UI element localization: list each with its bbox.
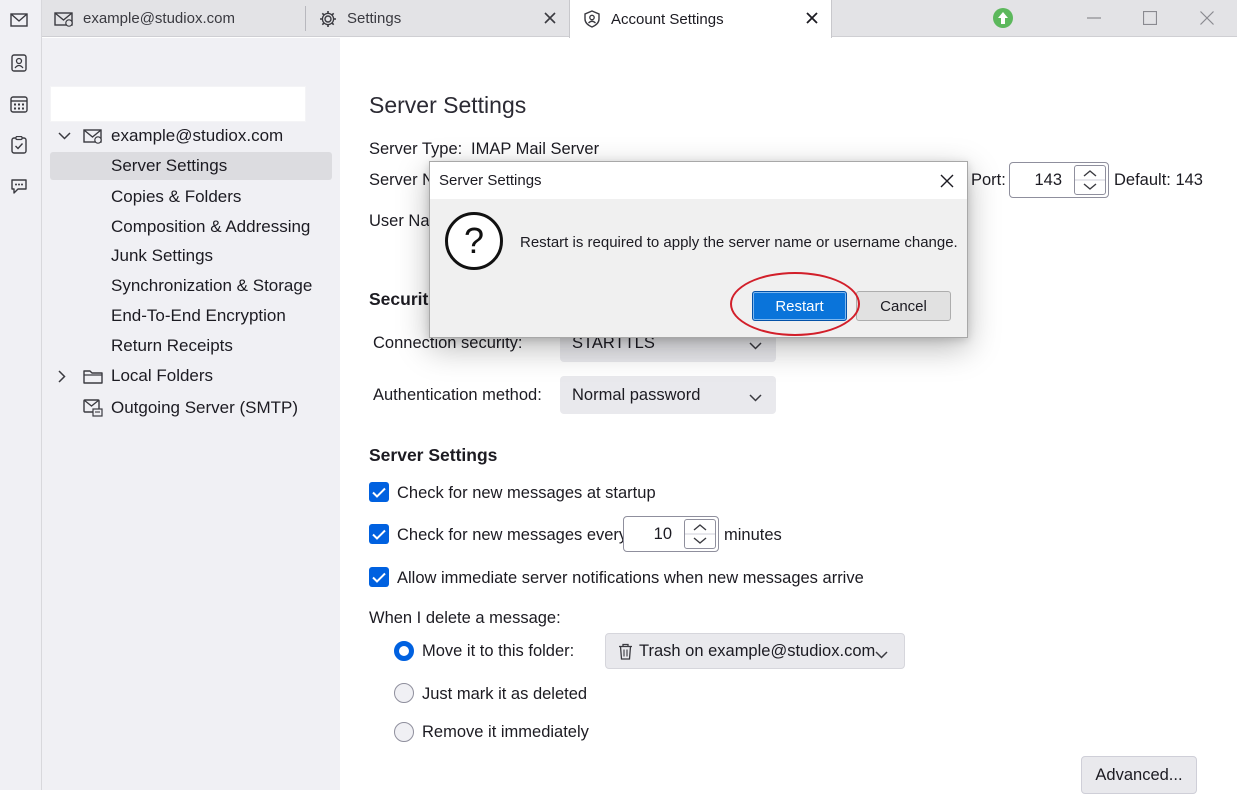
remove-immediately-label: Remove it immediately — [422, 723, 589, 741]
account-filter-input[interactable] — [50, 86, 306, 122]
maximize-icon[interactable] — [1125, 0, 1175, 36]
spaces-toolbar — [0, 0, 42, 790]
address-book-icon[interactable] — [8, 52, 30, 74]
restart-highlight-annotation — [730, 272, 860, 336]
tab-label: Account Settings — [611, 10, 724, 28]
account-row[interactable]: example@studiox.com — [58, 122, 283, 150]
port-default: Default: 143 — [1114, 171, 1203, 189]
sidebar-item-receipts[interactable]: Return Receipts — [111, 332, 233, 360]
check-startup-checkbox[interactable] — [369, 482, 389, 502]
question-icon: ? — [445, 212, 503, 270]
chevron-right-icon[interactable] — [58, 369, 72, 383]
page-title: Server Settings — [369, 92, 527, 118]
account-name: example@studiox.com — [111, 126, 284, 145]
sidebar-item-server-settings[interactable]: Server Settings — [50, 152, 332, 180]
sidebar-item-sync[interactable]: Synchronization & Storage — [111, 272, 312, 300]
sidebar-item-e2e[interactable]: End-To-End Encryption — [111, 302, 286, 330]
security-heading: Securit — [369, 289, 429, 309]
allow-notifications-checkbox[interactable] — [369, 567, 389, 587]
delete-message-label: When I delete a message: — [369, 609, 561, 627]
user-name-label: User Na — [369, 212, 430, 230]
check-interval-value: 10 — [653, 525, 672, 543]
mail-icon[interactable] — [8, 9, 30, 31]
calendar-icon[interactable] — [8, 93, 30, 115]
account-tree-sidebar: example@studiox.com Server Settings Copi… — [42, 38, 340, 790]
server-settings-dialog: Server Settings ? Restart is required to… — [429, 161, 968, 338]
outgoing-server-icon — [83, 399, 103, 417]
port-label: Port: — [971, 171, 1006, 189]
mail-account-icon — [54, 9, 74, 29]
update-available-icon[interactable] — [978, 0, 1028, 36]
trash-folder-select[interactable]: Trash on example@studiox.com — [605, 633, 905, 669]
move-to-folder-radio[interactable] — [394, 641, 414, 661]
dialog-message: Restart is required to apply the server … — [520, 234, 958, 251]
close-icon[interactable] — [541, 9, 559, 27]
auth-method-value: Normal password — [572, 385, 701, 404]
minimize-icon[interactable] — [1069, 0, 1119, 36]
minutes-label: minutes — [724, 526, 782, 544]
cancel-button[interactable]: Cancel — [856, 291, 951, 321]
local-folders-label: Local Folders — [111, 366, 214, 385]
advanced-button[interactable]: Advanced... — [1081, 756, 1197, 794]
mail-account-icon — [83, 128, 103, 144]
sidebar-item-copies-folders[interactable]: Copies & Folders — [111, 183, 241, 211]
port-value: 143 — [1034, 171, 1062, 189]
chevron-down-icon — [875, 645, 888, 664]
sidebar-item-label: Junk Settings — [111, 246, 214, 265]
folder-icon — [83, 368, 103, 384]
sidebar-item-label: Composition & Addressing — [111, 217, 311, 236]
local-folders-row[interactable]: Local Folders — [58, 362, 213, 390]
auth-method-label: Authentication method: — [373, 386, 542, 404]
mark-deleted-label: Just mark it as deleted — [422, 685, 588, 703]
tab-label: example@studiox.com — [83, 10, 235, 27]
dialog-titlebar: Server Settings — [430, 162, 967, 199]
tab-bar: example@studiox.com Settings Account Set… — [42, 0, 1237, 38]
server-type-value: IMAP Mail Server — [471, 140, 600, 158]
tab-settings[interactable]: Settings — [306, 0, 569, 37]
sidebar-item-junk[interactable]: Junk Settings — [111, 242, 213, 270]
gear-icon — [318, 9, 338, 29]
tasks-icon[interactable] — [8, 134, 30, 156]
check-every-label: Check for new messages every — [397, 526, 628, 544]
tab-mail-account[interactable]: example@studiox.com — [42, 0, 305, 37]
allow-notifications-label: Allow immediate server notifications whe… — [397, 569, 864, 587]
trash-folder-value: Trash on example@studiox.com — [639, 641, 876, 660]
server-settings-heading: Server Settings — [369, 445, 498, 465]
port-spinner[interactable] — [1074, 165, 1106, 195]
chevron-down-icon — [749, 388, 762, 407]
tab-label: Settings — [347, 10, 402, 27]
tab-account-settings[interactable]: Account Settings — [569, 0, 832, 38]
sidebar-item-label: Server Settings — [111, 156, 228, 175]
trash-icon — [618, 643, 633, 660]
sidebar-item-label: Copies & Folders — [111, 187, 242, 206]
settings-panel: Server Settings Server Type: IMAP Mail S… — [340, 38, 1237, 794]
account-settings-icon — [582, 9, 602, 29]
window-close-icon[interactable] — [1182, 0, 1232, 36]
sidebar-item-label: End-To-End Encryption — [111, 306, 286, 325]
outgoing-server-label: Outgoing Server (SMTP) — [111, 398, 299, 417]
server-name-label: Server N — [369, 171, 435, 189]
check-startup-label: Check for new messages at startup — [397, 484, 656, 502]
server-type-label: Server Type: — [369, 140, 463, 158]
dialog-title: Server Settings — [439, 172, 542, 189]
chat-icon[interactable] — [8, 175, 30, 197]
sidebar-item-label: Return Receipts — [111, 336, 233, 355]
check-every-checkbox[interactable] — [369, 524, 389, 544]
chevron-down-icon — [749, 336, 762, 355]
sidebar-item-composition[interactable]: Composition & Addressing — [111, 213, 310, 241]
remove-immediately-radio[interactable] — [394, 722, 414, 742]
check-interval-spinner[interactable] — [684, 519, 716, 549]
close-icon[interactable] — [803, 9, 821, 27]
auth-method-select[interactable]: Normal password — [560, 376, 776, 414]
mark-deleted-radio[interactable] — [394, 683, 414, 703]
chevron-down-icon[interactable] — [58, 132, 72, 140]
move-to-folder-label: Move it to this folder: — [422, 642, 575, 660]
check-interval-field[interactable]: 10 — [623, 516, 719, 552]
sidebar-item-label: Synchronization & Storage — [111, 276, 313, 295]
port-field[interactable]: 143 — [1009, 162, 1109, 198]
outgoing-server-row[interactable]: Outgoing Server (SMTP) — [83, 394, 298, 422]
close-icon[interactable] — [937, 171, 957, 191]
